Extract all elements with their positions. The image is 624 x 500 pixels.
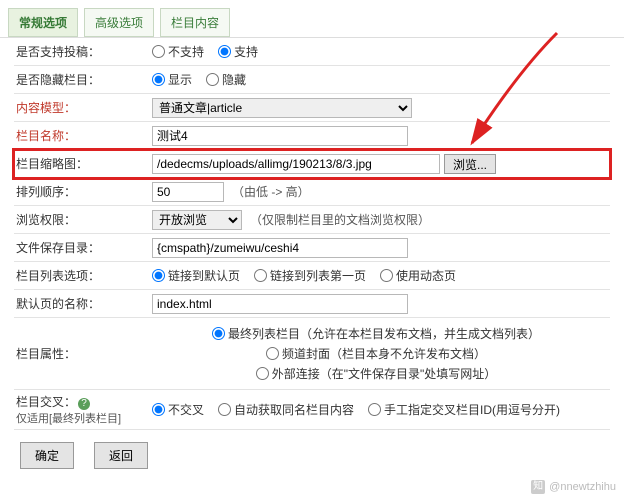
label-content-model: 内容模型： — [14, 99, 152, 116]
tab-content[interactable]: 栏目内容 — [160, 8, 230, 37]
row-thumbnail: 栏目缩略图： 浏览... — [14, 150, 610, 178]
label-cross-sub: 仅适用[最终列表栏目] — [16, 413, 121, 425]
hint-permission: （仅限制栏目里的文档浏览权限） — [250, 211, 430, 228]
label-thumbnail: 栏目缩略图： — [14, 155, 152, 172]
radio-cross-auto[interactable]: 自动获取同名栏目内容 — [218, 401, 354, 418]
help-icon[interactable]: ? — [78, 398, 90, 410]
label-support-submit: 是否支持投稿： — [14, 43, 152, 60]
input-sort-order[interactable] — [152, 182, 224, 202]
radio-link-firstpage[interactable]: 链接到列表第一页 — [254, 267, 366, 284]
hint-sort: （由低 -> 高） — [232, 183, 310, 200]
radio-submit-no[interactable]: 不支持 — [152, 43, 204, 60]
label-column-attr: 栏目属性： — [14, 345, 152, 362]
label-column-cross: 栏目交叉：? 仅适用[最终列表栏目] — [14, 393, 152, 426]
radio-hide[interactable]: 隐藏 — [206, 71, 246, 88]
tab-general[interactable]: 常规选项 — [8, 8, 78, 37]
input-thumbnail-path[interactable] — [152, 154, 440, 174]
radio-link-default[interactable]: 链接到默认页 — [152, 267, 240, 284]
label-column-name: 栏目名称： — [14, 127, 152, 144]
radio-cross-none[interactable]: 不交叉 — [152, 401, 204, 418]
form-panel: 是否支持投稿： 不支持 支持 是否隐藏栏目： 显示 隐藏 内容模型： 普通文章|… — [0, 37, 624, 430]
radio-show[interactable]: 显示 — [152, 71, 192, 88]
label-sort-order: 排列顺序： — [14, 183, 152, 200]
radio-dynamic-page[interactable]: 使用动态页 — [380, 267, 456, 284]
input-default-page[interactable] — [152, 294, 408, 314]
browse-button[interactable]: 浏览... — [444, 154, 496, 174]
back-button[interactable]: 返回 — [94, 442, 148, 469]
watermark: 知 @nnewtzhihu — [531, 480, 616, 494]
label-save-dir: 文件保存目录： — [14, 239, 152, 256]
select-content-model[interactable]: 普通文章|article — [152, 98, 412, 118]
radio-cross-manual[interactable]: 手工指定交叉栏目ID(用逗号分开) — [368, 401, 560, 418]
tab-advanced[interactable]: 高级选项 — [84, 8, 154, 37]
label-list-option: 栏目列表选项： — [14, 267, 152, 284]
watermark-text: @nnewtzhihu — [549, 481, 616, 493]
label-browse-permission: 浏览权限： — [14, 211, 152, 228]
label-hide-column: 是否隐藏栏目： — [14, 71, 152, 88]
ok-button[interactable]: 确定 — [20, 442, 74, 469]
select-browse-permission[interactable]: 开放浏览 — [152, 210, 242, 230]
radio-attr-final[interactable]: 最终列表栏目（允许在本栏目发布文档，并生成文档列表） — [212, 325, 540, 342]
radio-submit-yes[interactable]: 支持 — [218, 43, 258, 60]
zhihu-icon: 知 — [531, 480, 545, 494]
input-save-dir[interactable] — [152, 238, 408, 258]
label-default-page: 默认页的名称： — [14, 295, 152, 312]
radio-attr-channel[interactable]: 频道封面（栏目本身不允许发布文档） — [266, 345, 486, 362]
radio-attr-external[interactable]: 外部连接（在"文件保存目录"处填写网址） — [256, 365, 497, 382]
input-column-name[interactable] — [152, 126, 408, 146]
